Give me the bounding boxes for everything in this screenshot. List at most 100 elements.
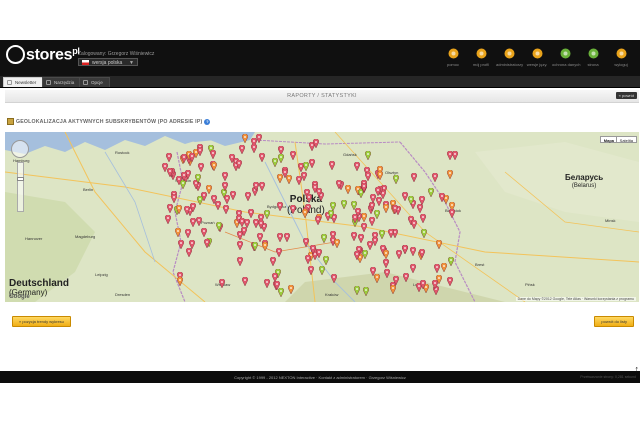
subscriber-marker-icon[interactable] [315,188,322,198]
subscriber-marker-icon[interactable] [431,172,438,182]
help-icon[interactable]: ? [204,118,211,125]
subscriber-marker-icon[interactable] [304,255,311,265]
zoom-knob[interactable] [17,177,24,181]
map-attribution[interactable]: Dane do Mapy ©2012 Google, Tele Atlas · … [515,297,636,301]
subscriber-marker-icon[interactable] [353,286,360,296]
subscriber-marker-icon[interactable] [276,233,283,243]
subscriber-marker-icon[interactable] [420,279,427,289]
subscriber-marker-icon[interactable] [189,153,196,163]
subscriber-marker-icon[interactable] [401,192,408,202]
tab-opcje[interactable]: Opcje [79,77,110,87]
scroll-top-icon[interactable]: ↑ [635,364,640,374]
map-zoom-slider[interactable] [17,162,24,212]
subscriber-marker-icon[interactable] [229,191,236,201]
subscriber-marker-icon[interactable] [211,195,218,205]
subscriber-marker-icon[interactable] [259,152,266,162]
subscriber-marker-icon[interactable] [427,188,434,198]
subscriber-marker-icon[interactable] [259,182,266,191]
subscriber-marker-icon[interactable] [383,204,390,214]
subscriber-marker-icon[interactable] [223,205,230,215]
subscriber-marker-icon[interactable] [251,241,258,251]
subscriber-marker-icon[interactable] [363,287,370,297]
subscriber-marker-icon[interactable] [263,279,270,289]
subscriber-marker-icon[interactable] [188,239,195,249]
subscriber-marker-icon[interactable] [176,205,183,215]
tab-narzedzia[interactable]: Narzędzia [42,77,82,87]
subscriber-marker-icon[interactable] [216,221,223,231]
subscriber-marker-icon[interactable] [409,264,416,274]
subscriber-marker-icon[interactable] [372,237,379,247]
estores-logo[interactable]: storespl [6,45,80,65]
subscriber-marker-icon[interactable] [448,208,455,218]
subscriber-marker-icon[interactable] [341,200,348,210]
subscriber-marker-icon[interactable] [416,204,423,214]
subscriber-marker-icon[interactable] [235,159,242,169]
subscriber-marker-icon[interactable] [170,194,177,204]
subscriber-marker-icon[interactable] [376,170,383,180]
subscriber-marker-icon[interactable] [352,214,359,224]
subscriber-marker-icon[interactable] [270,256,277,266]
subscriber-marker-icon[interactable] [401,244,408,254]
subscriber-marker-icon[interactable] [180,171,187,181]
back-to-list-button[interactable]: powrót do listy [594,316,634,327]
subscriber-marker-icon[interactable] [438,193,445,203]
subscriber-marker-icon[interactable] [222,182,229,192]
subscriber-marker-icon[interactable] [203,238,210,248]
subscriber-marker-icon[interactable] [164,215,171,225]
subscriber-marker-icon[interactable] [312,139,319,149]
subscriber-marker-icon[interactable] [351,232,358,242]
subscriber-marker-icon[interactable] [206,185,213,195]
subscriber-marker-icon[interactable] [200,228,207,238]
subscriber-marker-icon[interactable] [166,153,173,163]
subscriber-marker-icon[interactable] [190,218,197,228]
subscriber-marker-icon[interactable] [218,279,225,289]
subscriber-marker-icon[interactable] [390,284,397,294]
subscriber-marker-icon[interactable] [195,216,202,226]
subscriber-marker-icon[interactable] [369,194,376,204]
subscriber-marker-icon[interactable] [418,248,425,258]
subscriber-marker-icon[interactable] [357,234,364,244]
subscriber-marker-icon[interactable] [308,158,315,168]
subscriber-marker-icon[interactable] [288,285,295,295]
back-button[interactable]: « powrót [615,92,637,99]
subscriber-marker-icon[interactable] [277,201,284,211]
subscriber-marker-icon[interactable] [262,241,269,251]
subscriber-marker-icon[interactable] [383,250,390,260]
subscriber-marker-icon[interactable] [345,185,352,195]
subscriber-marker-icon[interactable] [181,154,188,164]
subscriber-marker-icon[interactable] [263,210,270,220]
subscriber-marker-icon[interactable] [177,240,184,250]
subscriber-marker-icon[interactable] [318,265,325,275]
subscriber-marker-icon[interactable] [177,277,184,287]
subscriber-marker-icon[interactable] [239,145,246,155]
subscriber-marker-icon[interactable] [418,196,425,206]
subscriber-marker-icon[interactable] [361,213,368,223]
subscriber-marker-icon[interactable] [420,213,427,223]
subscriber-marker-icon[interactable] [276,248,283,258]
subscriber-marker-icon[interactable] [393,276,400,286]
subscriber-marker-icon[interactable] [360,222,367,232]
subscriber-marker-icon[interactable] [271,158,278,168]
subscriber-marker-icon[interactable] [301,172,308,182]
subscriber-marker-icon[interactable] [388,228,395,238]
subscriber-marker-icon[interactable] [378,230,385,240]
subscriber-marker-icon[interactable] [331,274,338,284]
subscriber-marker-icon[interactable] [408,196,415,206]
subscriber-marker-icon[interactable] [440,262,447,272]
subscriber-marker-icon[interactable] [335,180,342,190]
subscriber-marker-icon[interactable] [364,171,371,181]
subscriber-marker-icon[interactable] [302,161,309,171]
subscriber-marker-icon[interactable] [198,162,204,172]
subscriber-marker-icon[interactable] [248,209,255,219]
subscriber-marker-icon[interactable] [281,168,288,178]
map-type-satelita[interactable]: Satelita [615,136,637,143]
subscriber-marker-icon[interactable] [251,143,258,153]
subscriber-marker-icon[interactable] [167,204,174,214]
subscriber-marker-icon[interactable] [185,228,192,238]
subscriber-marker-icon[interactable] [224,195,230,205]
subscriber-marker-icon[interactable] [410,220,417,230]
subscriber-marker-icon[interactable] [369,202,375,212]
subscriber-marker-icon[interactable] [373,273,380,283]
subscriber-marker-icon[interactable] [242,134,249,144]
subscriber-marker-icon[interactable] [258,220,265,230]
